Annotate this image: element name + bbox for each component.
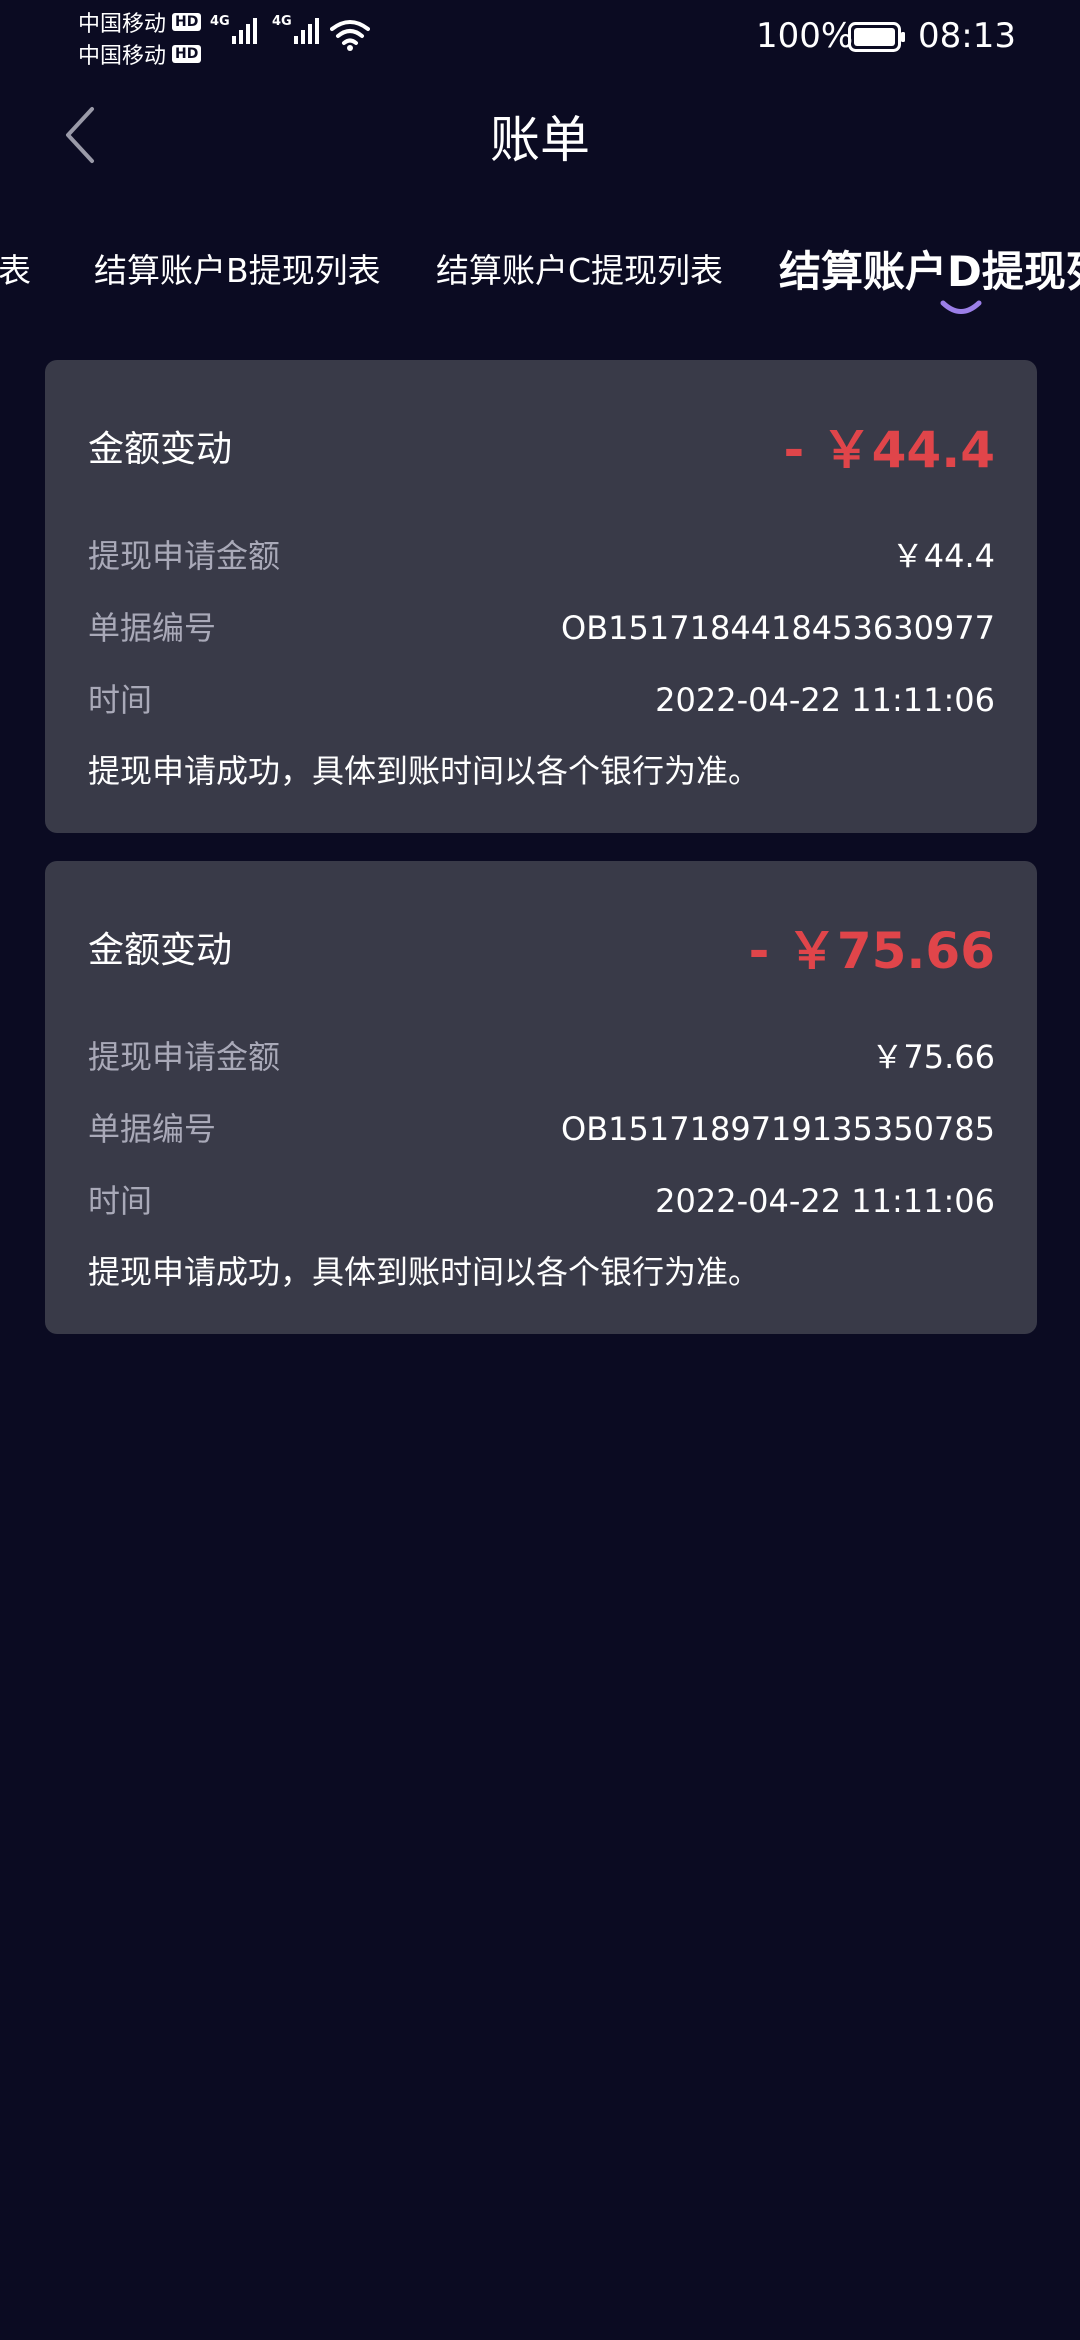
tab-bar: 表 结算账户B提现列表 结算账户C提现列表 结算账户D提现列表 <box>0 230 1080 330</box>
order-no-row: 单据编号 OB1517184418453630977 <box>88 604 995 652</box>
battery-percent: 100% <box>756 16 854 56</box>
status-bar: 中国移动 HD 中国移动 HD 4G 4G 100% 08:13 <box>0 0 1080 75</box>
amount-change-value: - ￥44.4 <box>783 421 995 479</box>
apply-amount-row: 提现申请金额 ￥75.66 <box>88 1033 995 1081</box>
status-time: 08:13 <box>918 16 1016 56</box>
apply-amount-value: ￥75.66 <box>871 1038 995 1076</box>
network-type-2: 4G <box>272 14 292 29</box>
hd-badge-1: HD <box>172 13 202 31</box>
carrier-name-1: 中国移动 <box>78 12 167 37</box>
hd-badge-2: HD <box>172 45 202 63</box>
status-note: 提现申请成功，具体到账时间以各个银行为准。 <box>88 752 761 790</box>
time-row: 时间 2022-04-22 11:11:06 <box>88 1177 995 1225</box>
battery-icon <box>848 22 905 52</box>
order-no-value: OB1517184418453630977 <box>561 609 995 647</box>
time-label: 时间 <box>88 1182 153 1220</box>
apply-amount-value: ￥44.4 <box>891 537 995 575</box>
time-row: 时间 2022-04-22 11:11:06 <box>88 676 995 724</box>
card-header: 金额变动 - ￥44.4 <box>88 420 995 480</box>
apply-amount-label: 提现申请金额 <box>88 537 281 575</box>
tab-account-b[interactable]: 结算账户B提现列表 <box>94 244 381 292</box>
order-no-label: 单据编号 <box>88 609 217 647</box>
time-label: 时间 <box>88 681 153 719</box>
amount-change-label: 金额变动 <box>88 429 233 470</box>
apply-amount-label: 提现申请金额 <box>88 1038 281 1076</box>
amount-change-value: - ￥75.66 <box>748 922 995 980</box>
order-no-label: 单据编号 <box>88 1110 217 1148</box>
time-value: 2022-04-22 11:11:06 <box>655 1182 995 1220</box>
bill-card: 金额变动 - ￥44.4 提现申请金额 ￥44.4 单据编号 OB1517184… <box>45 360 1037 833</box>
header: 账单 <box>0 90 1080 180</box>
signal-icon-2: 4G <box>272 14 319 44</box>
wifi-icon <box>330 20 370 51</box>
carrier-line-1: 中国移动 HD <box>78 6 208 38</box>
network-type-1: 4G <box>210 14 230 29</box>
page-title: 账单 <box>490 111 590 169</box>
order-no-value: OB1517189719135350785 <box>561 1110 995 1148</box>
amount-change-label: 金额变动 <box>88 930 233 971</box>
tab-a-partial[interactable]: 表 <box>0 244 31 292</box>
tab-active-indicator <box>940 300 982 314</box>
card-header: 金额变动 - ￥75.66 <box>88 921 995 981</box>
time-value: 2022-04-22 11:11:06 <box>655 681 995 719</box>
carrier-info: 中国移动 HD 中国移动 HD <box>78 6 208 70</box>
carrier-name-2: 中国移动 <box>78 44 167 69</box>
bill-card: 金额变动 - ￥75.66 提现申请金额 ￥75.66 单据编号 OB15171… <box>45 861 1037 1334</box>
status-note: 提现申请成功，具体到账时间以各个银行为准。 <box>88 1253 761 1291</box>
tab-account-d[interactable]: 结算账户D提现列表 <box>779 238 1080 299</box>
tab-account-c[interactable]: 结算账户C提现列表 <box>436 244 723 292</box>
carrier-line-2: 中国移动 HD <box>78 38 208 70</box>
signal-icon-1: 4G <box>210 14 257 44</box>
order-no-row: 单据编号 OB1517189719135350785 <box>88 1105 995 1153</box>
signal-bars-2 <box>293 14 319 44</box>
signal-bars-1 <box>231 14 257 44</box>
apply-amount-row: 提现申请金额 ￥44.4 <box>88 532 995 580</box>
